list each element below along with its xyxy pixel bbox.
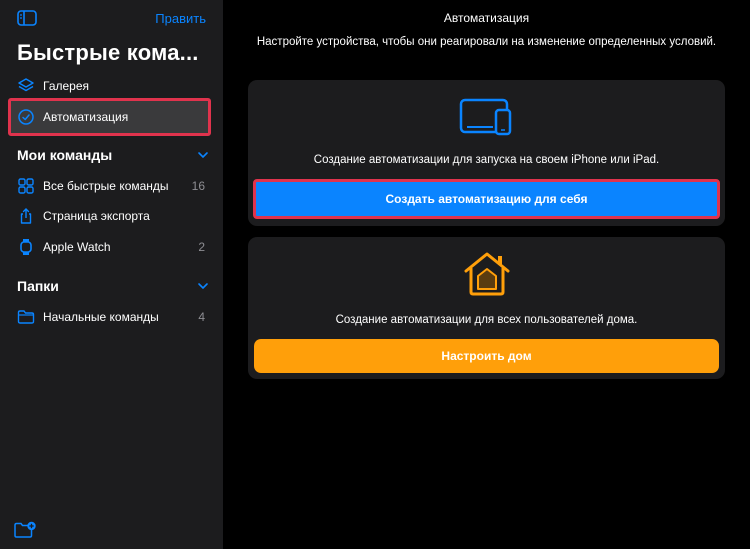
ipad-iphone-icon xyxy=(459,98,512,136)
item-count: 2 xyxy=(198,240,205,254)
sidebar-item-label: Apple Watch xyxy=(43,240,111,254)
sidebar-toggle-icon[interactable] xyxy=(17,10,37,26)
item-count: 4 xyxy=(198,310,205,324)
sidebar-item-label: Страница экспорта xyxy=(43,209,150,223)
sidebar-item-label: Автоматизация xyxy=(43,110,129,124)
page-title: Автоматизация xyxy=(443,11,530,25)
clock-check-icon xyxy=(17,108,35,126)
section-header: Папки xyxy=(17,278,59,294)
item-count: 16 xyxy=(191,179,205,193)
folder-icon xyxy=(17,308,35,326)
sidebar-item-label: Начальные команды xyxy=(43,310,159,324)
grid-icon xyxy=(17,177,35,195)
sidebar-item-label: Все быстрые команды xyxy=(43,179,169,193)
sidebar-item-all-shortcuts[interactable]: Все быстрые команды 16 xyxy=(10,170,210,202)
home-description: Создание автоматизации для всех пользова… xyxy=(335,314,638,326)
sidebar-item-automation[interactable]: Автоматизация xyxy=(8,98,211,136)
section-folders[interactable]: Папки xyxy=(17,278,209,294)
setup-home-button[interactable]: Настроить дом xyxy=(254,339,719,373)
personal-description: Создание автоматизации для запуска на св… xyxy=(313,154,660,166)
share-icon xyxy=(17,207,35,225)
home-icon xyxy=(464,252,510,296)
home-automation-card: Создание автоматизации для всех пользова… xyxy=(248,237,725,379)
sidebar-title: Быстрые кома... xyxy=(17,40,199,65)
edit-button[interactable]: Править xyxy=(155,11,206,26)
new-folder-icon[interactable] xyxy=(14,521,36,539)
sidebar: Править Быстрые кома... Галерея Автомати… xyxy=(0,0,223,549)
create-personal-automation-button[interactable]: Создать автоматизацию для себя xyxy=(253,179,720,219)
main-panel: Автоматизация Настройте устройства, чтоб… xyxy=(223,0,750,549)
sidebar-item-label: Галерея xyxy=(43,79,90,93)
chevron-down-icon[interactable] xyxy=(197,282,209,290)
personal-automation-card: Создание автоматизации для запуска на св… xyxy=(248,80,725,226)
sidebar-item-share-sheet[interactable]: Страница экспорта xyxy=(10,200,210,232)
section-header: Мои команды xyxy=(17,147,113,163)
sidebar-item-apple-watch[interactable]: Apple Watch 2 xyxy=(10,231,210,263)
page-subtitle: Настройте устройства, чтобы они реагиров… xyxy=(256,36,717,48)
chevron-down-icon[interactable] xyxy=(197,151,209,159)
sidebar-item-starter-shortcuts[interactable]: Начальные команды 4 xyxy=(10,301,210,333)
watch-icon xyxy=(17,238,35,256)
section-my-commands[interactable]: Мои команды xyxy=(17,147,209,163)
layers-icon xyxy=(17,77,35,95)
